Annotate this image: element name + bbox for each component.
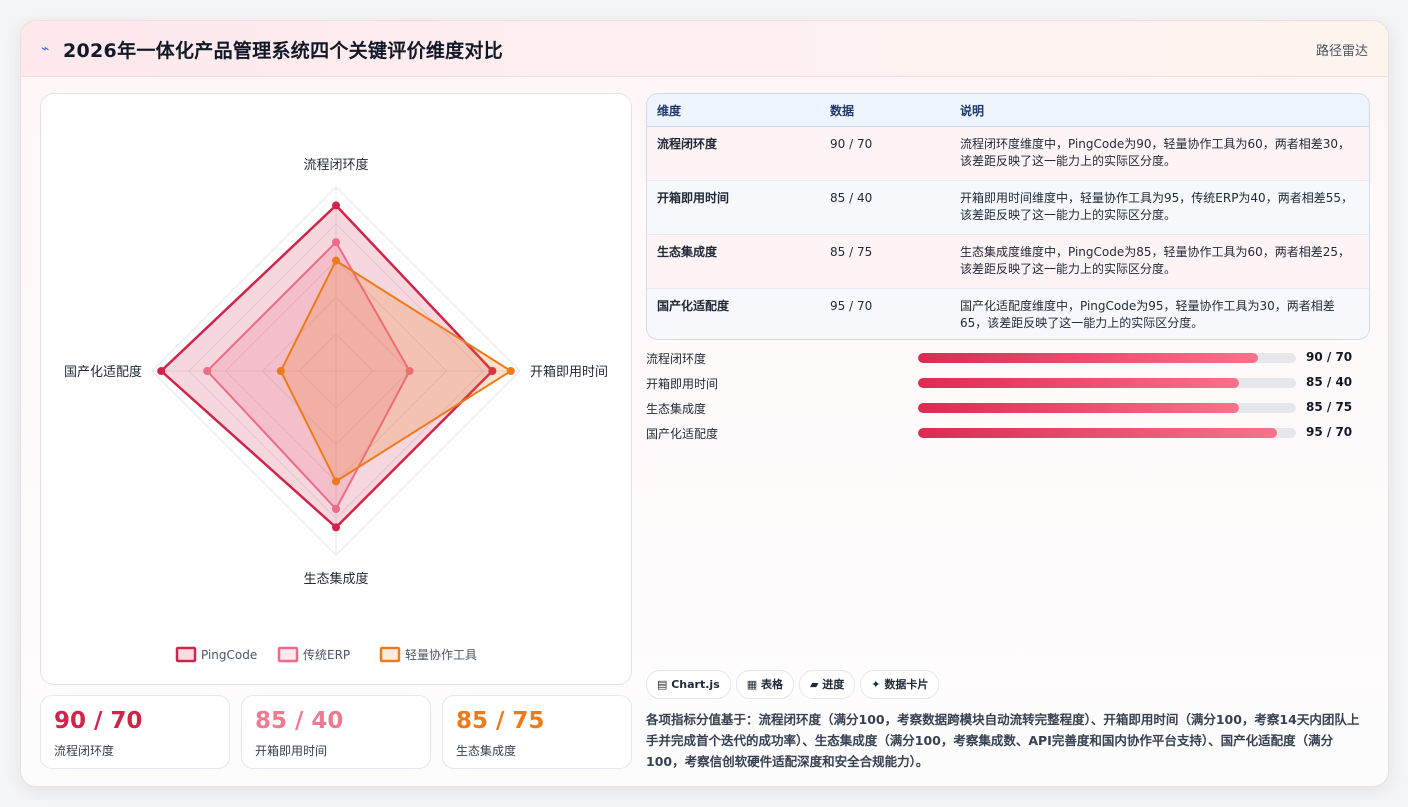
stat-card: 85 / 40 开箱即用时间 <box>241 695 431 769</box>
radar-chart-panel: 流程闭环度开箱即用时间生态集成度 国产化适配度 PingCode 传统ERP 轻量协作工… <box>40 93 632 685</box>
radar-chart: 流程闭环度开箱即用时间生态集成度 国产化适配度 PingCode 传统ERP 轻量协作工… <box>64 157 608 663</box>
data-point <box>157 367 166 375</box>
chip-icon: ▤ <box>657 678 672 691</box>
stat-label: 开箱即用时间 <box>255 744 328 758</box>
cell-description: 生态集成度维度中，PingCode为85，轻量协作工具为60，两者相差25，该差… <box>950 234 1369 289</box>
stat-value: 85 / 40 <box>255 708 344 734</box>
col-header-data: 数据 <box>820 94 950 127</box>
chip-label: 数据卡片 <box>884 678 929 691</box>
stat-label: 流程闭环度 <box>54 744 115 758</box>
chip-button[interactable]: ✦ 数据卡片 <box>860 670 940 699</box>
table-row: 开箱即用时间 85 / 40 开箱即用时间维度中，轻量协作工具为95，传统ERP… <box>647 180 1369 235</box>
progress-row: 流程闭环度 90 / 70 <box>646 348 1368 373</box>
cell-data: 90 / 70 <box>820 126 950 181</box>
cell-data: 85 / 40 <box>820 180 950 235</box>
progress-track <box>918 378 1296 388</box>
data-point <box>332 238 340 247</box>
cell-description: 国产化适配度维度中，PingCode为95，轻量协作工具为30，两者相差65，该… <box>950 288 1369 339</box>
stat-value: 85 / 75 <box>456 708 545 734</box>
data-point <box>506 367 515 375</box>
header-bar: ⌁ 2026年一体化产品管理系统四个关键评价维度对比 路径雷达 <box>21 21 1388 77</box>
progress-label: 流程闭环度 <box>646 352 707 366</box>
cell-description: 流程闭环度维度中，PingCode为90，轻量协作工具为60，两者相差30，该差… <box>950 126 1369 181</box>
legend: PingCode 传统ERP 轻量协作工具 <box>175 646 477 663</box>
progress-track <box>918 353 1296 363</box>
legend-swatch <box>379 646 401 663</box>
progress-value: 85 / 75 <box>1306 400 1353 414</box>
chip-label: 表格 <box>760 678 783 691</box>
progress-row: 生态集成度 85 / 75 <box>646 398 1368 423</box>
data-point <box>332 523 340 532</box>
cell-dimension: 开箱即用时间 <box>647 180 820 235</box>
trend-icon: ⌁ <box>41 41 50 57</box>
progress-value: 90 / 70 <box>1306 350 1353 364</box>
data-point <box>276 367 285 375</box>
progress-label: 开箱即用时间 <box>646 377 719 391</box>
cell-dimension: 国产化适配度 <box>647 288 820 339</box>
page-title: 2026年一体化产品管理系统四个关键评价维度对比 <box>63 40 504 62</box>
legend-swatch <box>277 646 299 663</box>
dashboard-card: ⌁ 2026年一体化产品管理系统四个关键评价维度对比 路径雷达 流程闭环度 开箱即… <box>20 20 1389 787</box>
chip-label: Chart.js <box>671 678 720 691</box>
data-point <box>332 477 340 486</box>
legend-label: PingCode <box>201 648 257 662</box>
progress-label: 国产化适配度 <box>646 427 719 441</box>
cell-dimension: 生态集成度 <box>647 234 820 289</box>
cell-dimension: 流程闭环度 <box>647 126 820 181</box>
progress-fill <box>918 403 1240 413</box>
col-header-description: 说明 <box>950 94 1369 127</box>
progress-track <box>918 403 1296 413</box>
data-point <box>203 367 212 375</box>
cell-description: 开箱即用时间维度中，轻量协作工具为95，传统ERP为40，两者相差55，该差距反… <box>950 180 1369 235</box>
table-row: 流程闭环度 90 / 70 流程闭环度维度中，PingCode为90，轻量协作工… <box>647 126 1369 181</box>
progress-fill <box>918 353 1259 363</box>
table-row: 生态集成度 85 / 75 生态集成度维度中，PingCode为85，轻量协作工… <box>647 234 1369 289</box>
chip-icon: ✦ <box>871 678 885 691</box>
progress-fill <box>918 378 1240 388</box>
progress-value: 95 / 70 <box>1306 425 1353 439</box>
chip-label: 进度 <box>822 678 845 691</box>
stat-value: 90 / 70 <box>54 708 143 734</box>
legend-label: 传统ERP <box>303 647 350 662</box>
axis-label: 生态集成度 <box>303 571 368 587</box>
progress-row: 开箱即用时间 85 / 40 <box>646 373 1368 398</box>
progress-track <box>918 428 1296 438</box>
stat-card: 90 / 70 流程闭环度 <box>40 695 230 769</box>
axis-label: 国产化适配度 <box>64 364 142 380</box>
data-point <box>332 505 340 513</box>
stat-label: 生态集成度 <box>456 744 517 758</box>
methodology-note: 各项指标分值基于：流程闭环度（满分100，考察数据跨模块自动流转完整程度）、开箱… <box>646 712 1360 769</box>
tech-chips: ▤ Chart.js ▦ 表格 ▰ 进度 ✦ 数据卡片 <box>646 670 944 699</box>
data-point <box>332 201 340 210</box>
progress-list: 流程闭环度 90 / 70 开箱即用时间 85 / 40 生态集成度 85 / 75 国产化… <box>646 348 1368 448</box>
chip-icon: ▦ <box>746 678 761 691</box>
chip-button[interactable]: ▰ 进度 <box>798 670 856 699</box>
stat-card: 85 / 75 生态集成度 <box>442 695 632 769</box>
data-table: 维度 数据 说明 流程闭环度 90 / 70 流程闭环度维度中，PingCode… <box>646 93 1370 340</box>
cell-data: 95 / 70 <box>820 288 950 339</box>
cell-data: 85 / 75 <box>820 234 950 289</box>
view-label[interactable]: 路径雷达 <box>1316 40 1368 59</box>
data-point <box>332 256 340 265</box>
chip-button[interactable]: ▦ 表格 <box>735 670 794 699</box>
progress-label: 生态集成度 <box>646 402 707 416</box>
progress-fill <box>918 428 1278 438</box>
legend-swatch <box>175 646 197 663</box>
progress-value: 85 / 40 <box>1306 375 1353 389</box>
col-header-dimension: 维度 <box>647 94 820 127</box>
table-row: 国产化适配度 95 / 70 国产化适配度维度中，PingCode为95，轻量协… <box>647 288 1369 339</box>
axis-label: 开箱即用时间 <box>530 364 608 380</box>
axis-label: 流程闭环度 <box>303 157 368 173</box>
chip-icon: ▰ <box>809 678 823 691</box>
legend-label: 轻量协作工具 <box>405 647 477 662</box>
progress-row: 国产化适配度 95 / 70 <box>646 423 1368 448</box>
chip-button[interactable]: ▤ Chart.js <box>646 670 731 699</box>
